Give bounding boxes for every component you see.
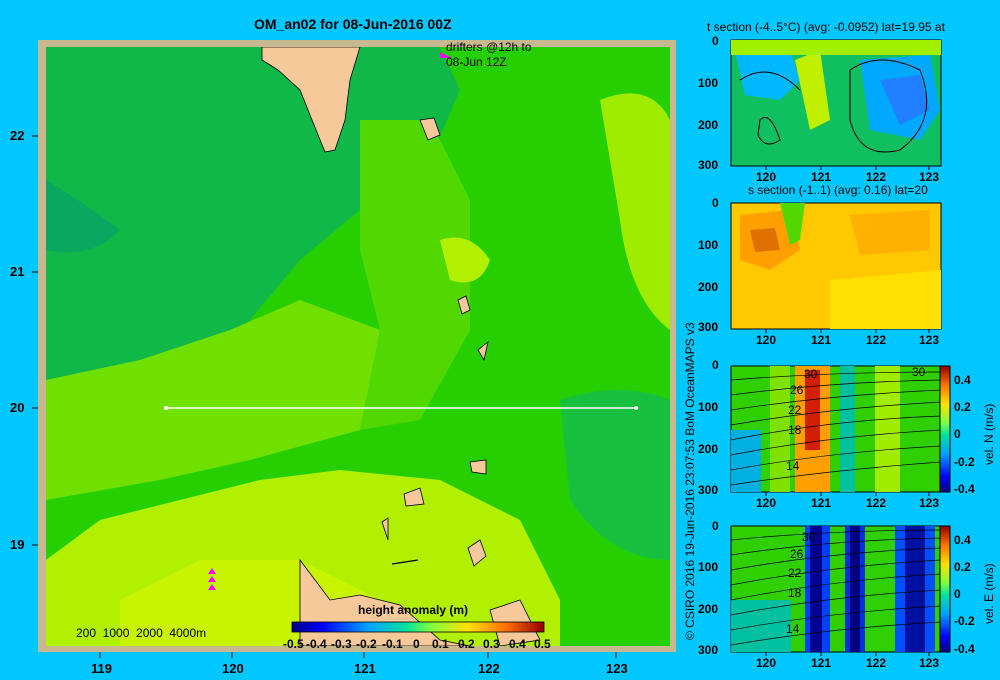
panel-x-tick: 121 <box>811 170 832 184</box>
map-y-tick: 19 <box>10 537 25 552</box>
contour-label: 30 <box>802 530 816 544</box>
contour-label: 30 <box>912 365 926 379</box>
panel-x-tick: 122 <box>866 170 887 184</box>
panel-y-tick: 300 <box>698 643 719 657</box>
panel-x-tick: 122 <box>866 656 887 670</box>
vel-e-label: vel. E (m/s) <box>982 563 996 624</box>
panel-x-tick: 123 <box>919 333 940 347</box>
panel-y-tick: 200 <box>698 442 719 456</box>
contour-label: 18 <box>788 586 802 600</box>
contour-label: 26 <box>790 547 804 561</box>
vel-e-cbar-tick: 0.2 <box>954 560 971 574</box>
panel-y-tick: 100 <box>698 560 719 574</box>
contour-label: 26 <box>790 383 804 397</box>
panel-x-tick: 123 <box>919 170 940 184</box>
colorbar-tick: 0.5 <box>534 637 551 651</box>
panel-x-tick: 123 <box>919 656 940 670</box>
height-colorbar <box>291 621 545 633</box>
vel-n-colorbar <box>939 365 951 493</box>
vel-n-cbar-tick: 0 <box>954 427 961 441</box>
drifter-note-line2: 08-Jun 12Z <box>446 55 507 69</box>
vel-e-cbar-tick: -0.4 <box>954 642 975 656</box>
panel-y-tick: 100 <box>698 76 719 90</box>
colorbar-tick: -0.4 <box>306 637 327 651</box>
colorbar-tick: 0.3 <box>483 637 500 651</box>
colorbar-tick: 0.4 <box>509 637 526 651</box>
panel-x-tick: 120 <box>756 496 777 510</box>
t-section-plot <box>730 39 942 167</box>
vel-n-cbar-tick: 0.2 <box>954 400 971 414</box>
vel-e-cbar-tick: -0.2 <box>954 614 975 628</box>
map-x-tick: 120 <box>222 661 244 676</box>
map-x-tick: 123 <box>606 661 628 676</box>
panel-y-tick: 0 <box>712 196 719 210</box>
panel-y-tick: 200 <box>698 602 719 616</box>
panel-y-tick: 200 <box>698 118 719 132</box>
colorbar-tick: -0.1 <box>382 637 403 651</box>
s-section-title: s section (-1..1) (avg: 0.16) lat=20 <box>748 183 928 197</box>
panel-y-tick: 0 <box>712 34 719 48</box>
contour-label: 18 <box>788 423 802 437</box>
colorbar-tick: 0.1 <box>432 637 449 651</box>
map-y-tick: 22 <box>10 128 25 143</box>
vel-n-section-plot <box>730 365 942 493</box>
vel-n-cbar-tick: -0.4 <box>954 482 975 496</box>
panel-x-tick: 122 <box>866 496 887 510</box>
map-x-tick: 119 <box>91 661 112 676</box>
map-x-tick: 121 <box>354 661 376 676</box>
contour-label: 14 <box>786 459 800 473</box>
depth-legend: 200 1000 2000 4000m <box>76 626 207 640</box>
panel-y-tick: 200 <box>698 280 719 294</box>
colorbar-tick: 0 <box>413 637 420 651</box>
vel-e-section-plot <box>730 525 942 653</box>
contour-label: 14 <box>786 622 800 636</box>
vel-e-cbar-tick: 0 <box>954 587 961 601</box>
map-x-tick: 122 <box>478 661 500 676</box>
panel-x-tick: 122 <box>866 333 887 347</box>
vel-n-cbar-tick: 0.4 <box>954 373 971 387</box>
panel-y-tick: 0 <box>712 519 719 533</box>
s-section-plot <box>730 202 942 330</box>
panel-x-tick: 120 <box>756 170 777 184</box>
vel-e-cbar-tick: 0.4 <box>954 533 971 547</box>
t-section-title: t section (-4..5°C) (avg: -0.0952) lat=1… <box>707 20 945 34</box>
vel-e-colorbar <box>939 525 951 653</box>
panel-y-tick: 100 <box>698 238 719 252</box>
panel-x-tick: 120 <box>756 333 777 347</box>
panel-y-tick: 0 <box>712 358 719 372</box>
colorbar-tick: -0.2 <box>356 637 377 651</box>
panel-x-tick: 123 <box>919 496 940 510</box>
contour-label: 30 <box>804 367 818 381</box>
panel-y-tick: 300 <box>698 158 719 172</box>
colorbar-tick: -0.5 <box>283 637 304 651</box>
panel-y-tick: 300 <box>698 320 719 334</box>
contour-label: 22 <box>788 403 802 417</box>
colorbar-tick: 0.2 <box>458 637 475 651</box>
map-y-tick: 20 <box>10 400 25 415</box>
panel-x-tick: 121 <box>811 656 832 670</box>
credit-text: © CSIRO 2016 19-Jun-2016 23:07:53 BoM Oc… <box>683 322 697 640</box>
contour-label: 22 <box>788 566 802 580</box>
panel-y-tick: 100 <box>698 400 719 414</box>
panel-x-tick: 121 <box>811 333 832 347</box>
drifter-note-line1: drifters @12h to <box>446 40 532 54</box>
map-y-tick: 21 <box>10 264 25 279</box>
panel-y-tick: 300 <box>698 483 719 497</box>
panel-x-tick: 121 <box>811 496 832 510</box>
vel-n-label: vel. N (m/s) <box>982 403 996 465</box>
vel-n-cbar-tick: -0.2 <box>954 455 975 469</box>
panel-x-tick: 120 <box>756 656 777 670</box>
colorbar-tick: -0.3 <box>331 637 352 651</box>
colorbar-title: height anomaly (m) <box>358 603 469 617</box>
main-map <box>32 39 951 658</box>
